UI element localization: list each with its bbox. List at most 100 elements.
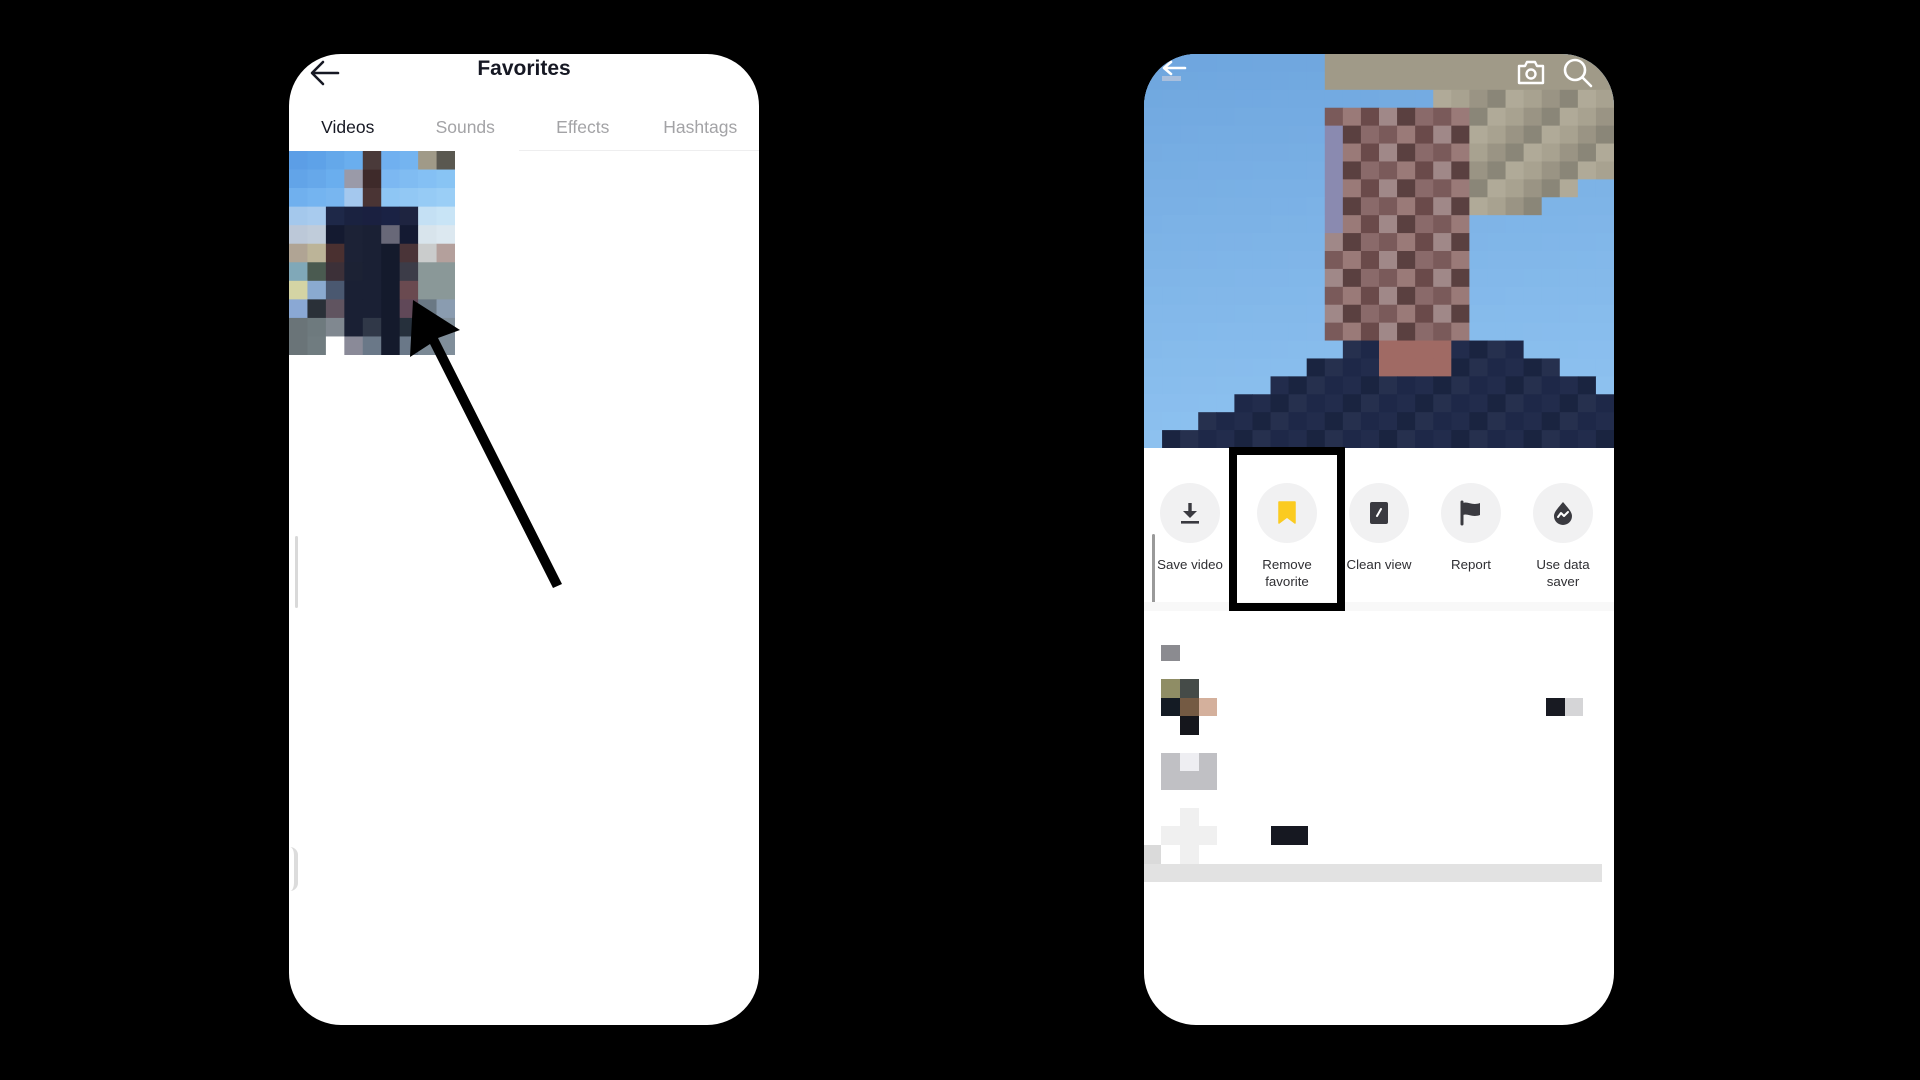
video-pixel <box>1577 376 1597 395</box>
video-pixel <box>1252 215 1272 234</box>
tab-videos[interactable]: Videos <box>289 114 407 154</box>
video-pixel <box>1541 143 1561 162</box>
video-pixel <box>1324 358 1344 377</box>
video-pixel <box>1523 268 1543 288</box>
video-pixel <box>1234 179 1253 198</box>
video-pixel <box>1379 358 1398 377</box>
video-pixel <box>1577 143 1597 162</box>
video-pixel <box>1144 412 1163 431</box>
video-pixel <box>1397 125 1416 145</box>
save-video-label: Save video <box>1157 557 1223 572</box>
video-pixel <box>1433 268 1452 288</box>
thumbnail-pixel <box>362 188 382 208</box>
arrow-left-icon[interactable] <box>1157 59 1191 87</box>
video-pixel <box>1288 340 1308 359</box>
thumbnail-pixel <box>362 317 382 337</box>
video-pixel <box>1342 89 1362 109</box>
report-button[interactable]: Report <box>1425 483 1517 573</box>
video-pixel <box>1541 376 1561 395</box>
video-pixel <box>1379 412 1398 431</box>
video-pixel <box>1487 430 1507 448</box>
video-pixel <box>1559 394 1579 413</box>
video-pixel <box>1360 125 1380 145</box>
video-pixel <box>1342 107 1362 127</box>
video-pixel <box>1234 358 1253 377</box>
thumbnail-pixel <box>436 336 455 355</box>
video-pixel <box>1198 143 1217 162</box>
video-pixel <box>1415 376 1434 395</box>
video-pixel <box>1198 430 1217 448</box>
thumbnail-pixel <box>418 262 437 282</box>
video-pixel <box>1162 268 1181 288</box>
favorite-video-thumbnail[interactable] <box>289 151 455 355</box>
video-pixel <box>1451 71 1470 91</box>
video-pixel <box>1595 107 1614 127</box>
video-pixel <box>1360 322 1380 342</box>
video-pixel <box>1451 197 1470 216</box>
video-pixel <box>1180 143 1199 162</box>
video-pixel <box>1288 54 1308 73</box>
camera-icon[interactable] <box>1515 58 1547 86</box>
data-saver-button[interactable]: Use data saver <box>1517 483 1609 590</box>
video-pixel <box>1288 197 1308 216</box>
tab-effects[interactable]: Effects <box>524 114 642 154</box>
video-pixel <box>1216 89 1235 109</box>
remove-favorite-button[interactable]: Remove favorite <box>1241 483 1333 590</box>
video-pixel <box>1144 89 1163 109</box>
video-pixel <box>1306 215 1326 234</box>
scrollbar[interactable] <box>1152 534 1155 604</box>
thumbnail-pixel <box>289 151 308 170</box>
video-pixel <box>1577 89 1597 109</box>
video-pixel <box>1487 143 1507 162</box>
video-pixel <box>1469 197 1488 216</box>
video-pixel <box>1234 197 1253 216</box>
video-pixel <box>1487 54 1507 73</box>
video-pixel <box>1342 71 1362 91</box>
video-pixel <box>1324 394 1344 413</box>
video-pixel <box>1144 143 1163 162</box>
save-video-button[interactable]: Save video <box>1144 483 1236 573</box>
search-icon[interactable] <box>1562 57 1594 89</box>
video-pixel <box>1216 179 1235 198</box>
tab-hashtags[interactable]: Hashtags <box>642 114 760 154</box>
video-pixel <box>1198 322 1217 342</box>
video-pixel <box>1288 179 1308 198</box>
video-pixel <box>1469 251 1488 270</box>
thumbnail-pixel <box>307 225 327 245</box>
video-pixel <box>1379 143 1398 162</box>
video-pixel <box>1559 268 1579 288</box>
thumbnail-pixel <box>344 206 364 226</box>
video-pixel <box>1324 143 1344 162</box>
thumbnail-pixel <box>399 225 419 245</box>
video-player[interactable] <box>1144 54 1614 448</box>
clean-view-button[interactable]: Clean view <box>1333 483 1425 573</box>
video-pixel <box>1487 89 1507 109</box>
redacted-block <box>1161 826 1217 845</box>
video-pixel <box>1216 71 1235 91</box>
video-pixel <box>1144 197 1163 216</box>
video-pixel <box>1324 376 1344 395</box>
video-pixel <box>1324 89 1344 109</box>
video-pixel <box>1595 179 1614 198</box>
video-pixel <box>1379 268 1398 288</box>
video-pixel <box>1487 304 1507 324</box>
video-pixel <box>1306 376 1326 395</box>
video-pixel <box>1379 107 1398 127</box>
video-pixel <box>1487 197 1507 216</box>
share-actions-row: Save video Remove favorite Clean view Re… <box>1144 448 1614 594</box>
video-pixel <box>1595 251 1614 270</box>
video-pixel <box>1360 54 1380 73</box>
scrollbar[interactable] <box>295 536 298 608</box>
video-pixel <box>1595 412 1614 431</box>
thumbnail-pixel <box>325 151 345 170</box>
video-pixel <box>1198 394 1217 413</box>
video-pixel <box>1559 125 1579 145</box>
video-pixel <box>1270 376 1290 395</box>
video-pixel <box>1595 125 1614 145</box>
video-pixel <box>1180 430 1199 448</box>
video-pixel <box>1270 394 1290 413</box>
thumbnail-pixel <box>289 280 308 300</box>
tab-sounds[interactable]: Sounds <box>407 114 525 154</box>
video-pixel <box>1324 430 1344 448</box>
video-pixel <box>1234 412 1253 431</box>
